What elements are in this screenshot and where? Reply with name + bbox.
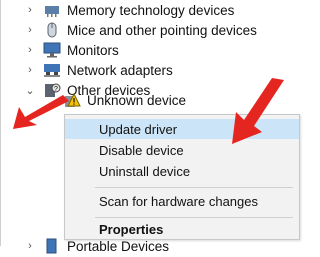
tree-item-label: Memory technology devices [67, 2, 235, 18]
chevron-right-icon[interactable]: › [23, 44, 37, 56]
tree-item-memory-technology-devices[interactable]: › Memory technology devices [1, 0, 234, 20]
chevron-right-icon[interactable]: › [23, 4, 37, 16]
tree-item-label: Mice and other pointing devices [67, 22, 257, 38]
chevron-right-icon[interactable]: › [23, 24, 37, 36]
mouse-icon [43, 22, 61, 38]
chevron-right-icon[interactable]: › [23, 240, 37, 252]
tree-item-mice[interactable]: › Mice and other pointing devices [1, 20, 257, 40]
menu-separator [95, 187, 293, 188]
tree-item-label: Network adapters [67, 62, 173, 78]
menu-item-scan-for-hardware-changes[interactable]: Scan for hardware changes [65, 191, 299, 211]
tree-item-label: Portable Devices [67, 238, 170, 254]
tree-item-label: Monitors [67, 42, 119, 58]
monitor-icon [43, 42, 61, 58]
annotation-arrow-right [232, 78, 284, 144]
portable-devices-icon [43, 238, 61, 254]
menu-item-properties[interactable]: Properties [65, 219, 299, 239]
memory-icon [43, 2, 61, 18]
device-manager-panel: › Memory technology devices › Mice and o… [0, 0, 300, 254]
tree-item-monitors[interactable]: › Monitors [1, 40, 119, 60]
menu-item-uninstall-device[interactable]: Uninstall device [65, 161, 299, 181]
network-icon [43, 62, 61, 78]
tree-item-label: Unknown device [87, 92, 187, 108]
menu-separator [95, 217, 293, 218]
tree-item-network-adapters[interactable]: › Network adapters [1, 60, 173, 80]
chevron-right-icon[interactable]: › [23, 64, 37, 76]
annotation-arrow-left [13, 95, 69, 129]
